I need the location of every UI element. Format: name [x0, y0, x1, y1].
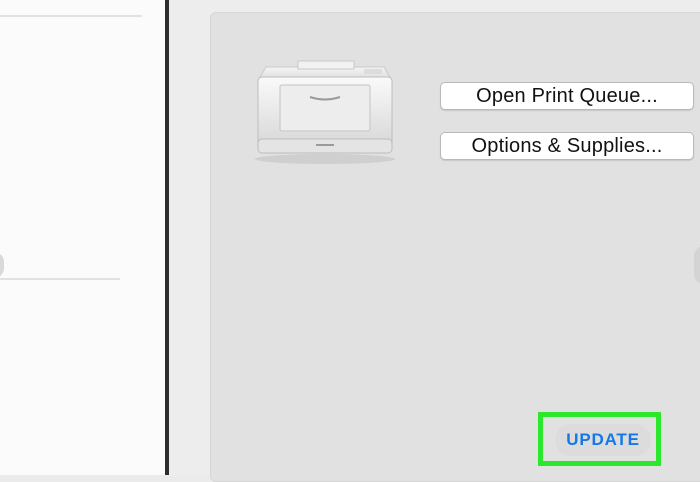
sidebar-divider	[0, 15, 142, 17]
right-scroll-handle[interactable]	[694, 246, 700, 284]
open-print-queue-button[interactable]: Open Print Queue...	[440, 82, 694, 110]
options-supplies-button[interactable]: Options & Supplies...	[440, 132, 694, 160]
printer-icon	[255, 60, 395, 164]
sidebar-divider	[0, 278, 120, 280]
sidebar-pane	[0, 0, 165, 475]
update-button[interactable]: UPDATE	[555, 424, 651, 456]
